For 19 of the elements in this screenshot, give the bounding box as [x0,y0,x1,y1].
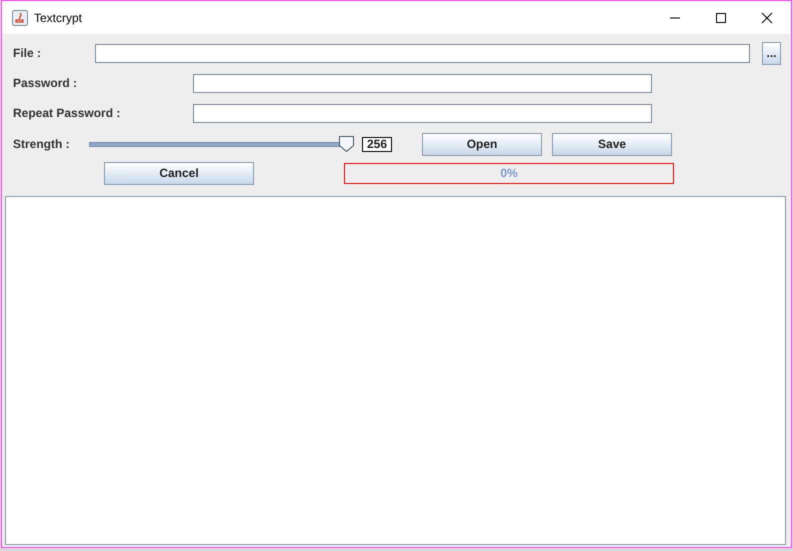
slider-thumb-icon[interactable] [339,136,354,152]
strength-label: Strength : [13,136,71,153]
password-label: Password : [13,75,78,92]
close-icon[interactable] [761,12,773,24]
java-cup-icon [12,10,28,26]
repeat-password-label: Repeat Password : [13,105,122,122]
cancel-button[interactable]: Cancel [104,162,254,184]
strength-slider[interactable] [89,135,355,153]
repeat-password-field[interactable] [193,104,652,122]
file-label: File : [13,45,42,62]
browse-button[interactable]: ... [762,42,781,64]
progress-text: 0% [500,165,518,182]
window-title: Textcrypt [34,10,82,26]
strength-value: 256 [362,136,392,152]
file-field[interactable] [95,44,750,62]
save-button[interactable]: Save [552,132,672,156]
open-button[interactable]: Open [422,132,542,156]
password-field[interactable] [193,74,652,92]
maximize-icon[interactable] [715,12,727,24]
